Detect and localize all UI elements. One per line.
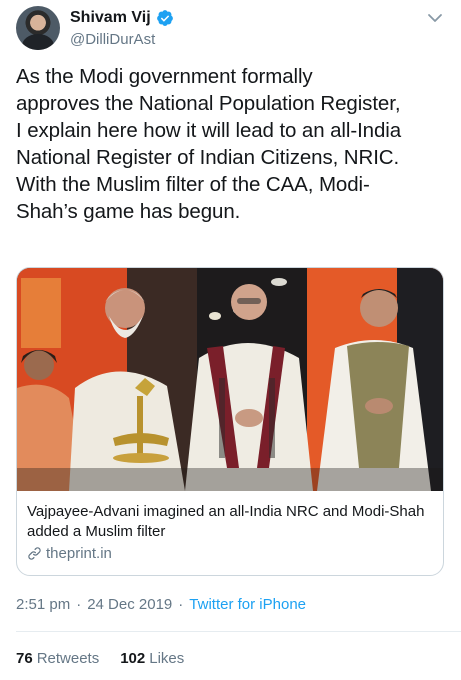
likes-label: Likes xyxy=(149,650,185,667)
tweet-source[interactable]: Twitter for iPhone xyxy=(189,596,306,613)
tweet-text: As the Modi government formally approves… xyxy=(16,65,402,223)
tweet-stats: 76 Retweets 102 Likes xyxy=(16,650,205,667)
likes-count: 102 xyxy=(120,650,146,667)
card-domain[interactable]: theprint.in xyxy=(27,545,112,562)
avatar[interactable] xyxy=(16,6,60,50)
chevron-down-icon[interactable] xyxy=(427,12,443,24)
display-name[interactable]: Shivam Vij xyxy=(70,9,151,27)
divider xyxy=(16,631,461,632)
retweets-count: 76 xyxy=(16,650,33,667)
retweets-label: Retweets xyxy=(36,650,100,667)
tweet-header: Shivam Vij @DilliDurAst xyxy=(0,0,461,60)
tweet-time[interactable]: 2:51 pm xyxy=(16,596,70,613)
avatar-shoulders xyxy=(22,34,54,50)
likes-stat[interactable]: 102 Likes xyxy=(120,650,184,667)
card-image[interactable] xyxy=(17,268,443,491)
retweets-stat[interactable]: 76 Retweets xyxy=(16,650,99,667)
meta-separator-2: · xyxy=(178,596,184,613)
link-icon xyxy=(28,547,41,560)
meta-separator: · xyxy=(76,596,82,613)
tweet-date[interactable]: 24 Dec 2019 xyxy=(87,596,172,613)
link-card[interactable]: Vajpayee-Advani imagined an all-India NR… xyxy=(16,267,444,576)
card-title[interactable]: Vajpayee-Advani imagined an all-India NR… xyxy=(27,502,437,542)
card-photo xyxy=(17,268,443,491)
name-row: Shivam Vij xyxy=(70,9,174,27)
verified-icon xyxy=(156,10,173,26)
tweet-meta: 2:51 pm · 24 Dec 2019 · Twitter for iPho… xyxy=(16,596,306,613)
card-domain-text: theprint.in xyxy=(46,545,112,562)
handle[interactable]: @DilliDurAst xyxy=(70,31,155,48)
